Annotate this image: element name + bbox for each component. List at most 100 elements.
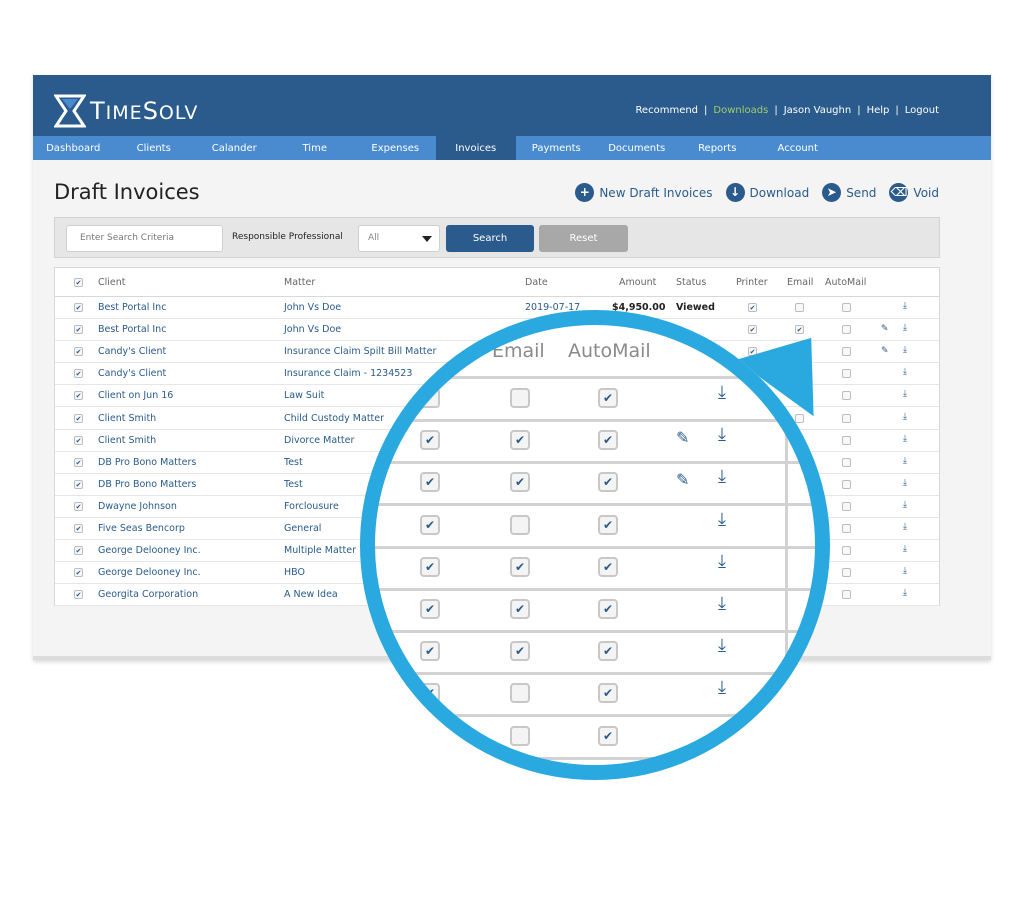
row-checkbox[interactable]: ✔: [74, 303, 83, 312]
client-cell[interactable]: Client on Jun 16: [98, 390, 173, 401]
logout-link[interactable]: Logout: [905, 105, 939, 116]
matter-cell[interactable]: A New Idea: [284, 589, 338, 600]
download-icon[interactable]: ⤓: [903, 367, 907, 377]
col-matter[interactable]: Matter: [284, 277, 315, 288]
row-checkbox[interactable]: ✔: [74, 479, 83, 489]
row-checkbox[interactable]: ✔: [74, 457, 83, 467]
printer-checkbox[interactable]: ✔: [748, 303, 757, 312]
downloads-link[interactable]: Downloads: [713, 105, 768, 116]
col-printer[interactable]: Printer: [736, 277, 768, 288]
note-icon[interactable]: ✎: [881, 324, 889, 334]
search-button[interactable]: Search: [446, 225, 534, 252]
col-date[interactable]: Date: [525, 277, 548, 288]
client-cell[interactable]: DB Pro Bono Matters: [98, 457, 196, 468]
row-checkbox[interactable]: ✔: [74, 568, 83, 578]
matter-cell[interactable]: Forclousure: [284, 501, 339, 512]
tab-clients[interactable]: Clients: [114, 136, 195, 160]
select-all-checkbox[interactable]: ✔: [74, 278, 83, 287]
client-cell[interactable]: Dwayne Johnson: [98, 501, 177, 512]
download-icon[interactable]: ⤓: [903, 588, 907, 598]
row-checkbox[interactable]: ✔: [74, 546, 83, 556]
download-icon[interactable]: ⤓: [903, 412, 907, 422]
matter-cell[interactable]: Divorce Matter: [284, 435, 354, 446]
recommend-link[interactable]: Recommend: [635, 105, 698, 116]
automail-checkbox[interactable]: [842, 568, 851, 578]
col-status[interactable]: Status: [676, 277, 706, 288]
client-cell[interactable]: Candy's Client: [98, 368, 166, 379]
automail-checkbox[interactable]: [842, 479, 851, 489]
tab-calander[interactable]: Calander: [194, 136, 275, 160]
download-icon[interactable]: ⤓: [903, 522, 907, 532]
client-cell[interactable]: Five Seas Bencorp: [98, 523, 185, 534]
note-icon[interactable]: ✎: [881, 346, 889, 356]
automail-checkbox[interactable]: [842, 303, 851, 312]
automail-checkbox[interactable]: [842, 325, 851, 335]
matter-cell[interactable]: Test: [284, 479, 303, 490]
matter-cell[interactable]: HBO: [284, 567, 305, 578]
new-draft-invoices-button[interactable]: + New Draft Invoices: [575, 183, 713, 202]
col-email[interactable]: Email: [787, 277, 813, 288]
row-checkbox[interactable]: ✔: [74, 325, 83, 335]
send-button[interactable]: ➤ Send: [822, 183, 876, 202]
matter-cell[interactable]: John Vs Doe: [284, 324, 341, 335]
download-icon[interactable]: ⤓: [903, 345, 907, 355]
automail-checkbox[interactable]: [842, 413, 851, 423]
automail-checkbox[interactable]: [842, 347, 851, 357]
matter-cell[interactable]: Insurance Claim Spilt Bill Matter: [284, 346, 436, 357]
tab-time[interactable]: Time: [275, 136, 356, 160]
responsible-professional-select[interactable]: All: [358, 225, 440, 252]
download-icon[interactable]: ⤓: [903, 323, 907, 333]
automail-checkbox[interactable]: [842, 546, 851, 556]
void-button[interactable]: ⌫ Void: [889, 183, 939, 202]
download-icon[interactable]: ⤓: [903, 500, 907, 510]
download-icon[interactable]: ⤓: [903, 478, 907, 488]
row-checkbox[interactable]: ✔: [74, 501, 83, 511]
help-link[interactable]: Help: [867, 105, 890, 116]
client-cell[interactable]: Client Smith: [98, 435, 156, 446]
row-checkbox[interactable]: ✔: [74, 347, 83, 357]
reset-button[interactable]: Reset: [539, 225, 628, 252]
matter-cell[interactable]: Multiple Matter: [284, 545, 356, 556]
client-cell[interactable]: George Delooney Inc.: [98, 545, 201, 556]
download-icon[interactable]: ⤓: [903, 566, 907, 576]
matter-cell[interactable]: Law Suit: [284, 390, 324, 401]
automail-checkbox[interactable]: [842, 435, 851, 445]
col-automail[interactable]: AutoMail: [825, 277, 866, 288]
automail-checkbox[interactable]: [842, 391, 851, 401]
row-checkbox[interactable]: ✔: [74, 413, 83, 423]
timesolv-logo[interactable]: TIMESOLV: [54, 94, 198, 128]
automail-checkbox[interactable]: [842, 457, 851, 467]
matter-cell[interactable]: John Vs Doe: [284, 302, 341, 313]
row-checkbox[interactable]: ✔: [74, 435, 83, 445]
client-cell[interactable]: Client Smith: [98, 413, 156, 424]
tab-invoices[interactable]: Invoices: [435, 136, 516, 160]
row-checkbox[interactable]: ✔: [74, 524, 83, 533]
client-cell[interactable]: Candy's Client: [98, 346, 166, 357]
matter-cell[interactable]: General: [284, 523, 321, 534]
download-icon[interactable]: ⤓: [903, 456, 907, 466]
client-cell[interactable]: Best Portal Inc: [98, 302, 166, 313]
automail-checkbox[interactable]: [842, 590, 851, 600]
email-checkbox[interactable]: [795, 303, 804, 312]
tab-reports[interactable]: Reports: [677, 136, 758, 160]
tab-expenses[interactable]: Expenses: [355, 136, 436, 160]
col-amount[interactable]: Amount: [619, 277, 656, 288]
automail-checkbox[interactable]: [842, 524, 851, 533]
client-cell[interactable]: Georgita Corporation: [98, 589, 198, 600]
download-icon[interactable]: ⤓: [903, 434, 907, 444]
download-icon[interactable]: ⤓: [903, 301, 907, 311]
row-checkbox[interactable]: ✔: [74, 369, 83, 379]
download-icon[interactable]: ⤓: [903, 389, 907, 399]
client-cell[interactable]: DB Pro Bono Matters: [98, 479, 196, 490]
automail-checkbox[interactable]: [842, 501, 851, 511]
row-checkbox[interactable]: ✔: [74, 590, 83, 600]
tab-documents[interactable]: Documents: [597, 136, 678, 160]
table-row[interactable]: ✔ Best Portal Inc John Vs Doe 2019-07-17 $4,…: [55, 297, 939, 319]
client-cell[interactable]: Best Portal Inc: [98, 324, 166, 335]
user-name-link[interactable]: Jason Vaughn: [784, 105, 851, 116]
matter-cell[interactable]: Test: [284, 457, 303, 468]
download-button[interactable]: ↓ Download: [725, 183, 809, 202]
download-icon[interactable]: ⤓: [903, 544, 907, 554]
tab-account[interactable]: Account: [758, 136, 839, 160]
tab-dashboard[interactable]: Dashboard: [33, 136, 114, 160]
